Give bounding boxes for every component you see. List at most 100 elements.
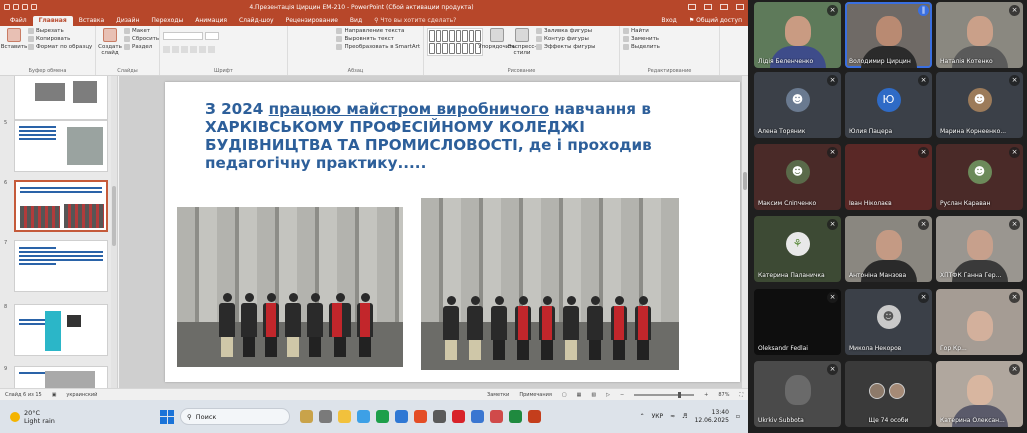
share-button[interactable]: ⚑ Общий доступ (683, 16, 748, 26)
select-button[interactable]: Выделить (623, 44, 660, 50)
participant-tile[interactable]: ⚘ × Катерина Паланичка (754, 216, 841, 282)
participant-tile[interactable]: ☻ × Марина Корнеенко... (936, 72, 1023, 138)
app-icon[interactable] (490, 410, 503, 423)
layout-button[interactable]: Макет (124, 28, 159, 34)
undo-icon[interactable] (13, 4, 19, 10)
align-text-button[interactable]: Выровнять текст (336, 36, 420, 42)
text-direction-button[interactable]: Направление текста (336, 28, 420, 34)
minimize-icon[interactable] (704, 4, 712, 10)
normal-view-icon[interactable]: ▢ (562, 392, 567, 398)
zoom-out-icon[interactable]: − (620, 392, 624, 398)
volume-icon[interactable]: ♬ (682, 413, 687, 420)
smartart-button[interactable]: Преобразовать в SmartArt (336, 44, 420, 50)
chrome-icon[interactable] (509, 410, 522, 423)
scroll-thumb[interactable] (743, 172, 747, 190)
file-explorer-icon[interactable] (338, 410, 351, 423)
participant-tile[interactable]: × Катерина Олексан... (936, 361, 1023, 427)
participant-tile[interactable]: × Іван Ніколаєв (845, 144, 932, 210)
tab-review[interactable]: Рецензирование (280, 16, 344, 26)
windows-start-icon[interactable] (160, 409, 174, 424)
shape-outline-button[interactable]: Контур фигуры (536, 36, 596, 42)
new-slide-button[interactable]: Создать слайд (98, 28, 122, 67)
tab-transitions[interactable]: Переходы (145, 16, 189, 26)
signin-link[interactable]: Вход (655, 16, 683, 26)
wifi-icon[interactable]: ≈ (670, 413, 675, 420)
spellcheck-icon[interactable]: ▣ (52, 392, 57, 398)
notifications-icon[interactable]: ▫ (736, 413, 740, 420)
weather-widget[interactable]: 20°C Light rain (0, 409, 160, 425)
notes-button[interactable]: Заметки (487, 392, 509, 398)
participant-tile[interactable]: × Лідія Беленченко (754, 2, 841, 68)
zoom-slider[interactable] (634, 391, 695, 398)
shape-effects-button[interactable]: Эффекты фигуры (536, 44, 596, 50)
language-indicator[interactable]: украинский (66, 392, 97, 398)
tray-overflow-icon[interactable]: ⌃ (640, 413, 645, 420)
task-view-icon[interactable] (319, 410, 332, 423)
group-photo-right[interactable] (421, 198, 679, 370)
participant-tile[interactable]: Ю × Юлия Пацера (845, 72, 932, 138)
italic-icon[interactable] (172, 46, 179, 53)
strikethrough-icon[interactable] (190, 46, 197, 53)
start-slideshow-icon[interactable] (31, 4, 37, 10)
slide-thumbnail-5[interactable] (14, 120, 108, 172)
tab-file[interactable]: Файл (4, 16, 33, 26)
tell-me-search[interactable]: ⚲ Что вы хотите сделать? (368, 16, 462, 26)
slide-thumbnail-4[interactable] (14, 76, 108, 120)
slide-title[interactable]: З 2024 працюю майстром виробничого навча… (205, 100, 705, 172)
participant-tile[interactable]: × Наталія Котенко (936, 2, 1023, 68)
tab-home[interactable]: Главная (32, 16, 73, 26)
format-painter-button[interactable]: Формат по образцу (28, 44, 92, 50)
thumbnails-scrollbar[interactable] (111, 76, 117, 388)
powerpoint-icon[interactable] (528, 410, 541, 423)
scroll-thumb[interactable] (112, 186, 116, 246)
input-language[interactable]: УКР (652, 413, 664, 420)
save-icon[interactable] (4, 4, 10, 10)
arrange-button[interactable]: Упорядочить (478, 28, 516, 67)
tab-animations[interactable]: Анимация (189, 16, 233, 26)
participant-tile-active-speaker[interactable]: ‖ Володимир Цирцин (845, 2, 932, 68)
participant-tile[interactable]: ☻ × Алена Торяник (754, 72, 841, 138)
opera-icon[interactable] (452, 410, 465, 423)
tab-view[interactable]: Вид (344, 16, 368, 26)
participant-tile[interactable]: × Гор Кр... (936, 289, 1023, 355)
font-color-icon[interactable] (208, 46, 215, 53)
shadow-icon[interactable] (199, 46, 206, 53)
bold-icon[interactable] (163, 46, 170, 53)
replace-button[interactable]: Заменить (623, 36, 660, 42)
group-photo-left[interactable] (177, 207, 403, 367)
more-participants-tile[interactable]: Ще 74 особи (845, 361, 932, 427)
app-icon[interactable] (433, 410, 446, 423)
slide-thumbnail-9[interactable] (14, 366, 108, 388)
tab-insert[interactable]: Вставка (73, 16, 110, 26)
widgets-app-icon[interactable] (300, 410, 313, 423)
participant-tile[interactable]: × Oleksandr Fedlai (754, 289, 841, 355)
edge-icon[interactable] (357, 410, 370, 423)
slideshow-view-icon[interactable]: ▷ (606, 392, 610, 398)
underline-icon[interactable] (181, 46, 188, 53)
redo-icon[interactable] (22, 4, 28, 10)
clock[interactable]: 13:40 12.06.2025 (695, 409, 729, 425)
telegram-icon[interactable] (471, 410, 484, 423)
chrome-icon[interactable] (376, 410, 389, 423)
shape-fill-button[interactable]: Заливка фигуры (536, 28, 596, 34)
section-button[interactable]: Раздел (124, 44, 159, 50)
participant-tile[interactable]: × Ukrkiv Subbota (754, 361, 841, 427)
slide-thumbnail-6[interactable] (14, 180, 108, 232)
participant-tile[interactable]: ☻ × Руслан Караван (936, 144, 1023, 210)
slide-thumbnail-7[interactable] (14, 240, 108, 292)
current-slide[interactable]: З 2024 працюю майстром виробничого навча… (165, 82, 740, 382)
paste-button[interactable]: Вставить (1, 28, 27, 67)
tab-design[interactable]: Дизайн (110, 16, 145, 26)
copy-button[interactable]: Копировать (28, 36, 92, 42)
mail-icon[interactable] (395, 410, 408, 423)
font-name-select[interactable] (163, 32, 203, 40)
font-size-select[interactable] (205, 32, 219, 40)
fit-slide-icon[interactable]: ⛶ (739, 392, 743, 398)
zoom-level[interactable]: 87% (718, 392, 729, 398)
comments-button[interactable]: Примечания (519, 392, 552, 398)
shapes-gallery[interactable] (427, 28, 483, 56)
participant-tile[interactable]: ☻ × Микола Некоров (845, 289, 932, 355)
ribbon-options-icon[interactable] (688, 4, 696, 10)
participant-tile[interactable]: ☻ × Максим Сліпченко (754, 144, 841, 210)
participant-tile[interactable]: × Антоніна Манзова (845, 216, 932, 282)
